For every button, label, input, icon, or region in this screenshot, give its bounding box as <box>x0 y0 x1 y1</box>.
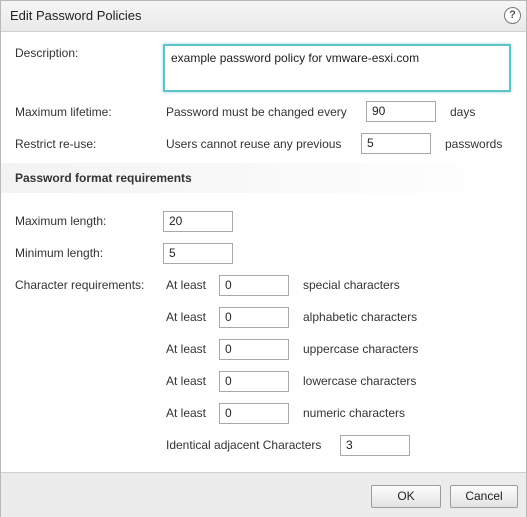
lowercase-at-least-label: At least <box>166 374 207 388</box>
ok-button[interactable]: OK <box>371 485 441 508</box>
password-format-section: Password format requirements <box>1 163 526 193</box>
dialog-footer: OK Cancel <box>1 472 526 517</box>
min-length-label: Minimum length: <box>15 246 104 260</box>
dialog-title: Edit Password Policies <box>10 8 142 23</box>
restrict-reuse-input[interactable]: 5 <box>361 133 431 154</box>
cancel-button[interactable]: Cancel <box>450 485 518 508</box>
numeric-chars-input[interactable]: 0 <box>219 403 289 424</box>
max-lifetime-label: Maximum lifetime: <box>15 105 112 119</box>
special-at-least-label: At least <box>166 278 207 292</box>
dialog-titlebar: Edit Password Policies ? <box>1 1 526 32</box>
help-icon[interactable]: ? <box>504 7 521 24</box>
numeric-at-least-label: At least <box>166 406 207 420</box>
max-length-input[interactable]: 20 <box>163 211 233 232</box>
restrict-reuse-label: Restrict re-use: <box>15 137 97 151</box>
special-chars-label: special characters <box>303 278 400 292</box>
lowercase-chars-label: lowercase characters <box>303 374 417 388</box>
alphabetic-chars-input[interactable]: 0 <box>219 307 289 328</box>
max-lifetime-prefix: Password must be changed every <box>166 105 347 119</box>
max-lifetime-input[interactable]: 90 <box>366 101 436 122</box>
identical-adjacent-input[interactable]: 3 <box>340 435 410 456</box>
description-field[interactable]: example password policy for vmware-esxi.… <box>163 44 511 92</box>
special-chars-input[interactable]: 0 <box>219 275 289 296</box>
max-lifetime-unit: days <box>450 105 476 119</box>
char-requirements-label: Character requirements: <box>15 278 145 292</box>
description-label: Description: <box>15 46 79 60</box>
restrict-reuse-prefix: Users cannot reuse any previous <box>166 137 342 151</box>
alphabetic-chars-label: alphabetic characters <box>303 310 418 324</box>
edit-password-policies-dialog: Edit Password Policies ? Description: ex… <box>0 0 527 517</box>
max-length-label: Maximum length: <box>15 214 107 228</box>
uppercase-at-least-label: At least <box>166 342 207 356</box>
restrict-reuse-unit: passwords <box>445 137 503 151</box>
lowercase-chars-input[interactable]: 0 <box>219 371 289 392</box>
password-format-title: Password format requirements <box>15 171 192 185</box>
numeric-chars-label: numeric characters <box>303 406 406 420</box>
identical-adjacent-label: Identical adjacent Characters <box>166 438 322 452</box>
alphabetic-at-least-label: At least <box>166 310 207 324</box>
min-length-input[interactable]: 5 <box>163 243 233 264</box>
uppercase-chars-label: uppercase characters <box>303 342 419 356</box>
uppercase-chars-input[interactable]: 0 <box>219 339 289 360</box>
